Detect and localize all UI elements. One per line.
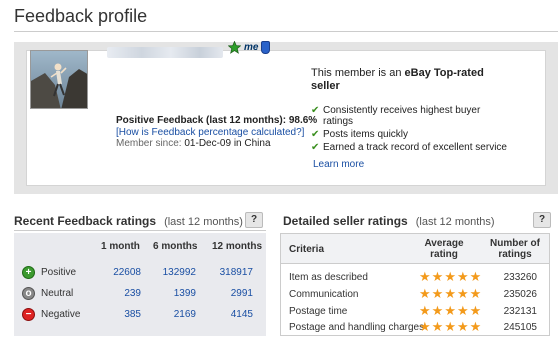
me-icon[interactable]: me [244, 42, 258, 53]
star-icon: ★ [456, 303, 469, 318]
table-row: + Positive 22608 132992 318917 [14, 263, 266, 283]
rating-count: 235026 [503, 289, 537, 300]
col-number-of-ratings: Number of ratings [490, 238, 540, 260]
table-row: − Negative 385 2169 4145 [14, 305, 266, 325]
top-rated-heading: This member is an eBay Top-rated seller [311, 67, 484, 92]
learn-more-link[interactable]: Learn more [313, 159, 364, 170]
star-rating: ★ ★ ★ ★ ★ [419, 287, 481, 300]
star-icon: ★ [431, 319, 444, 334]
member-badges: me [228, 41, 271, 54]
star-rating: ★ ★ ★ ★ ★ [419, 320, 481, 333]
star-rating: ★ ★ ★ ★ ★ [419, 270, 481, 283]
table-row: o Neutral 239 1399 2991 [14, 284, 266, 304]
recent-help-button[interactable]: ? [245, 212, 263, 228]
check-icon: ✔ [311, 142, 320, 153]
positive-feedback-percentage: Positive Feedback (last 12 months): 98.6… [116, 115, 318, 126]
star-icon: ★ [431, 303, 444, 318]
title-divider [14, 31, 558, 32]
star-icon: ★ [444, 319, 456, 334]
negative-icon: − [22, 308, 35, 321]
star-icon: ★ [419, 269, 431, 284]
star-icon: ★ [444, 286, 456, 301]
count-link[interactable]: 4145 [213, 309, 253, 320]
shield-icon[interactable] [261, 41, 271, 54]
star-rating: ★ ★ ★ ★ ★ [419, 304, 481, 317]
criteria-label: Communication [289, 289, 359, 300]
col-12-months: 12 months [212, 241, 263, 252]
top-rated-benefits: ✔ Consistently receives highest buyer rat… [311, 105, 507, 155]
star-icon: ★ [469, 269, 482, 284]
rating-count: 232131 [503, 306, 537, 317]
star-icon: ★ [469, 319, 482, 334]
criteria-label: Postage time [289, 306, 348, 317]
table-row: Postage time ★ ★ ★ ★ ★ 232131 [281, 303, 549, 319]
table-row: Item as described ★ ★ ★ ★ ★ 233260 [281, 269, 549, 285]
positive-icon: + [22, 266, 35, 279]
dsr-help-button[interactable]: ? [533, 212, 551, 228]
count-link[interactable]: 318917 [213, 267, 253, 278]
avatar[interactable] [30, 50, 88, 109]
rating-count: 245105 [503, 322, 537, 333]
member-since-label: Member since: [116, 138, 182, 149]
star-icon: ★ [419, 319, 431, 334]
star-icon: ★ [419, 303, 431, 318]
star-icon: ★ [456, 269, 469, 284]
table-row: Communication ★ ★ ★ ★ ★ 235026 [281, 286, 549, 302]
table-row: Postage and handling charges ★ ★ ★ ★ ★ 24510… [281, 319, 549, 335]
count-link[interactable]: 132992 [156, 267, 196, 278]
count-link[interactable]: 22608 [101, 267, 141, 278]
check-icon: ✔ [311, 129, 320, 140]
count-link[interactable]: 2169 [156, 309, 196, 320]
benefit-item: ✔ Posts items quickly [311, 129, 409, 140]
star-icon: ★ [431, 269, 444, 284]
count-link[interactable]: 1399 [156, 288, 196, 299]
check-icon: ✔ [311, 105, 320, 116]
row-label: Negative [41, 309, 81, 320]
criteria-label: Item as described [289, 272, 368, 283]
star-icon: ★ [419, 286, 431, 301]
star-icon: ★ [456, 286, 469, 301]
star-icon: ★ [431, 286, 444, 301]
row-label: Positive [41, 267, 77, 278]
col-1-month: 1 month [101, 241, 140, 252]
star-icon: ★ [456, 319, 469, 334]
benefit-item: ✔ Consistently receives highest buyer rat… [311, 105, 481, 127]
col-6-months: 6 months [153, 241, 198, 252]
count-link[interactable]: 385 [101, 309, 141, 320]
count-link[interactable]: 239 [101, 288, 141, 299]
col-criteria: Criteria [289, 244, 325, 255]
member-name-redacted [107, 47, 223, 58]
rating-count: 233260 [503, 272, 537, 283]
dsr-heading: Detailed seller ratings (last 12 months) [283, 214, 495, 228]
star-icon: ★ [469, 286, 482, 301]
count-link[interactable]: 2991 [213, 288, 253, 299]
star-icon: ★ [444, 269, 456, 284]
feedback-calculation-link[interactable]: [How is Feedback percentage calculated?] [116, 127, 304, 138]
criteria-label: Postage and handling charges [289, 322, 425, 333]
col-average-rating: Average rating [424, 238, 464, 260]
row-label: Neutral [41, 288, 74, 299]
page-title: Feedback profile [14, 6, 148, 26]
neutral-icon: o [22, 287, 35, 300]
benefit-item: ✔ Earned a track record of excellent serv… [311, 142, 507, 153]
member-since-value: 01-Dec-09 in China [184, 138, 271, 149]
dsr-header-row: Criteria Average rating Number of rating… [281, 234, 549, 264]
recent-feedback-table: 1 month 6 months 12 months + Positive 22… [14, 233, 266, 336]
star-icon: ★ [444, 303, 456, 318]
recent-feedback-heading: Recent Feedback ratings (last 12 months) [14, 214, 243, 228]
star-icon[interactable] [228, 41, 241, 54]
recent-divider [14, 230, 266, 231]
dsr-table: Criteria Average rating Number of rating… [280, 233, 550, 336]
star-icon: ★ [469, 303, 482, 318]
member-since: Member since: 01-Dec-09 in China [116, 138, 271, 149]
